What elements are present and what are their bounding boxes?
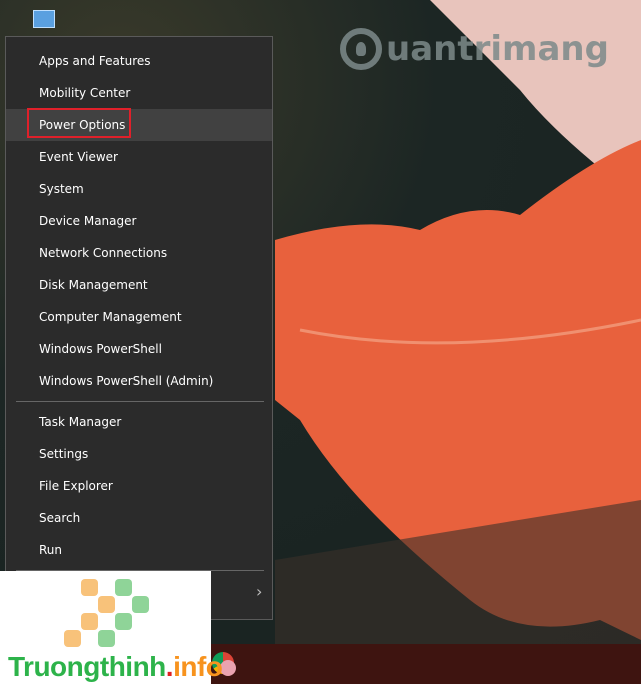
highlight-box (27, 108, 131, 138)
menu-item-computer-management[interactable]: Computer Management (6, 301, 272, 333)
menu-item-search[interactable]: Search (6, 502, 272, 534)
watermark-text: uantrimang (386, 29, 609, 69)
watermark: uantrimang (340, 28, 609, 70)
menu-item-powershell-admin[interactable]: Windows PowerShell (Admin) (6, 365, 272, 397)
menu-item-event-viewer[interactable]: Event Viewer (6, 141, 272, 173)
menu-item-file-explorer[interactable]: File Explorer (6, 470, 272, 502)
lightbulb-icon (340, 28, 382, 70)
menu-item-disk-management[interactable]: Disk Management (6, 269, 272, 301)
truongthinh-logo: Truongthinh.info (0, 571, 223, 684)
chevron-right-icon[interactable]: › (256, 582, 262, 601)
menu-item-device-manager[interactable]: Device Manager (6, 205, 272, 237)
menu-item-system[interactable]: System (6, 173, 272, 205)
computer-icon[interactable] (33, 10, 55, 28)
menu-item-task-manager[interactable]: Task Manager (6, 406, 272, 438)
menu-divider (16, 401, 264, 402)
menu-item-apps-features[interactable]: Apps and Features (6, 45, 272, 77)
logo-text: Truongthinh.info (8, 651, 223, 682)
menu-item-mobility-center[interactable]: Mobility Center (6, 77, 272, 109)
menu-item-settings[interactable]: Settings (6, 438, 272, 470)
menu-item-run[interactable]: Run (6, 534, 272, 566)
menu-item-powershell[interactable]: Windows PowerShell (6, 333, 272, 365)
menu-item-network-connections[interactable]: Network Connections (6, 237, 272, 269)
